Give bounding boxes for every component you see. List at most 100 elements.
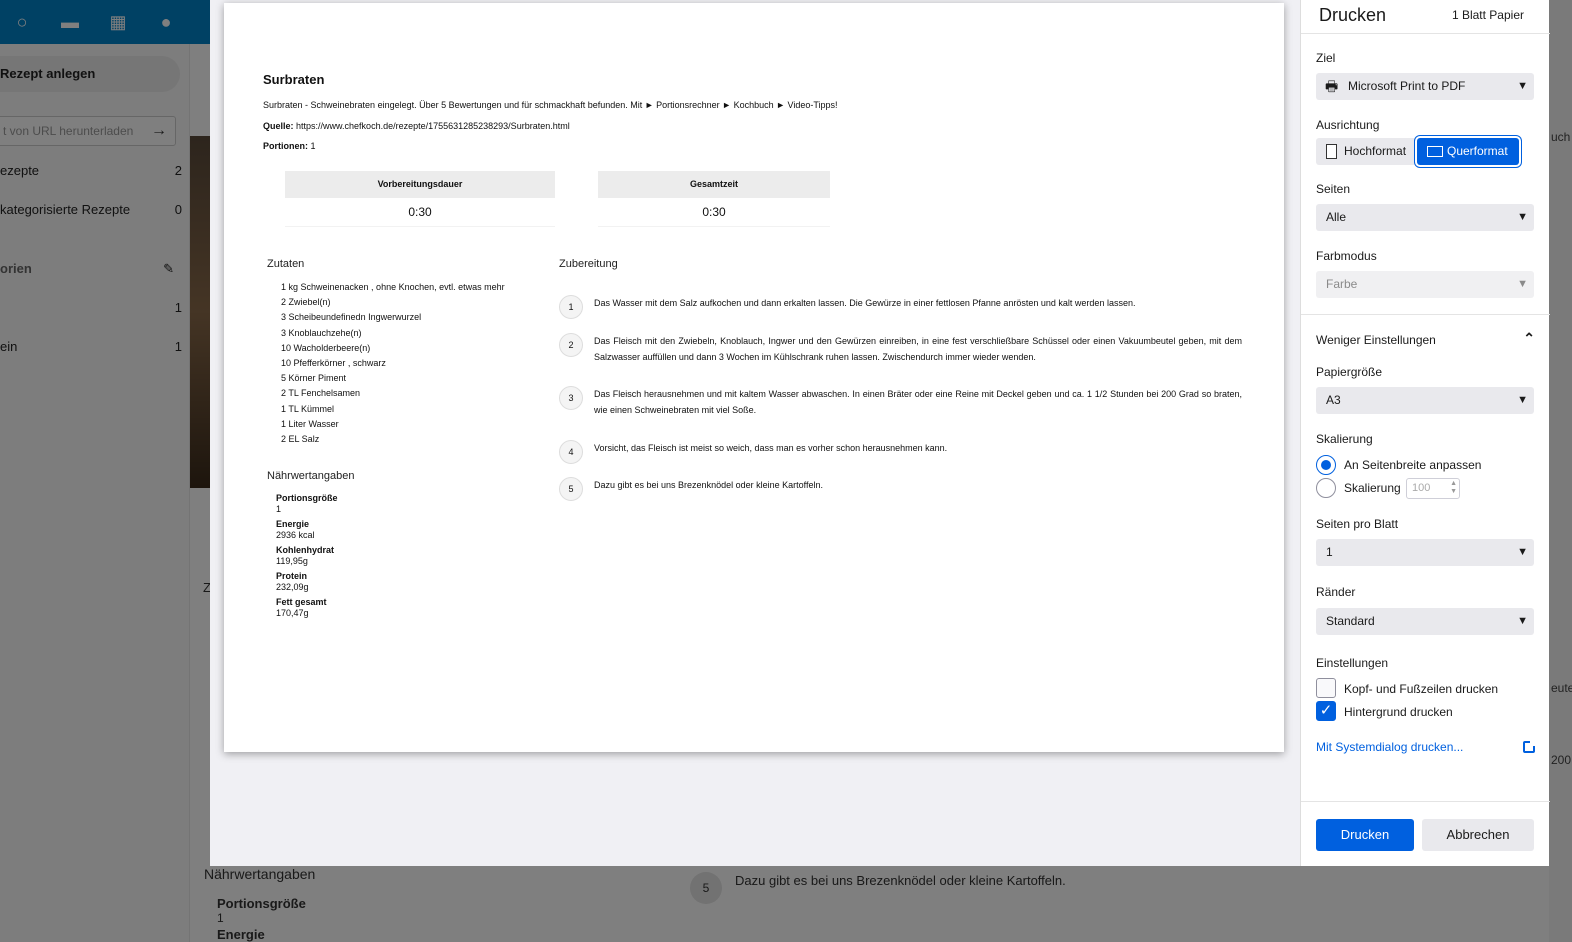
- instructions-heading: Zubereitung: [559, 258, 618, 270]
- paper-size-select[interactable]: A3 ▼: [1316, 387, 1534, 414]
- margins-select[interactable]: Standard ▼: [1316, 608, 1534, 635]
- destination-value: Microsoft Print to PDF: [1348, 79, 1466, 93]
- landscape-page-icon: [1427, 146, 1443, 157]
- custom-scale-radio[interactable]: [1316, 478, 1336, 498]
- color-mode-label: Farbmodus: [1316, 249, 1377, 263]
- nutrition-label: Energie: [276, 519, 310, 529]
- step-number: 3: [559, 386, 583, 410]
- scale-input[interactable]: 100 ▲ ▼: [1406, 478, 1460, 499]
- list-item: 2 Zwiebel(n): [281, 297, 331, 308]
- step-number: 4: [559, 440, 583, 464]
- pages-per-sheet-select[interactable]: 1 ▼: [1316, 539, 1534, 566]
- step-text: Das Fleisch mit den Zwiebeln, Knoblauch,…: [594, 336, 1242, 362]
- list-item: 5 Körner Piment: [281, 373, 347, 384]
- nutrition-item: Portionsgröße 1: [276, 493, 338, 514]
- recipe-source: Quelle: https://www.chefkoch.de/rezepte/…: [263, 121, 570, 131]
- bg-text-fragment: 200: [1551, 753, 1572, 767]
- nutrition-list: Portionsgröße 1 Energie 2936 kcal Kohlenhy…: [276, 493, 338, 623]
- landscape-button[interactable]: Querformat: [1417, 138, 1519, 165]
- step-text: Das Fleisch herausnehmen und mit kaltem …: [594, 389, 1242, 415]
- pages-label: Seiten: [1316, 182, 1351, 196]
- nutrition-label: Protein: [276, 571, 308, 581]
- printer-icon: 🖶: [1325, 78, 1339, 94]
- spinner-icon[interactable]: ▲ ▼: [1450, 480, 1457, 496]
- pages-value: Alle: [1326, 210, 1347, 224]
- landscape-label: Querformat: [1447, 144, 1508, 158]
- system-dialog-link[interactable]: Mit Systemdialog drucken...: [1316, 740, 1463, 754]
- divider: [1301, 801, 1550, 802]
- screen: ○ ▬ ▦ ● Rezept anlegen t von URL herunte…: [0, 0, 1572, 942]
- nutrition-item: Kohlenhydrat 119,95g: [276, 545, 338, 566]
- chevron-down-icon: ▼: [1517, 80, 1528, 92]
- panel-title: Drucken: [1319, 5, 1387, 25]
- nutrition-label: Portionsgröße: [276, 493, 338, 503]
- chevron-up-icon[interactable]: ⌃: [1523, 330, 1535, 347]
- margins-value: Standard: [1326, 614, 1375, 628]
- step-number: 1: [559, 295, 583, 319]
- portrait-label: Hochformat: [1344, 144, 1407, 158]
- nutrition-label: Kohlenhydrat: [276, 545, 335, 555]
- nutrition-item: Energie 2936 kcal: [276, 519, 338, 540]
- headers-footers-checkbox[interactable]: [1316, 678, 1336, 698]
- external-link-icon[interactable]: [1523, 740, 1536, 753]
- scale-value: 100: [1412, 482, 1431, 494]
- checkmark-icon: ✓: [1319, 702, 1333, 719]
- print-background-checkbox[interactable]: ✓: [1316, 701, 1336, 721]
- total-time-value: 0:30: [598, 198, 830, 227]
- list-item: 1 TL Kümmel: [281, 403, 335, 414]
- bg-text-fragment: eute: [1551, 681, 1572, 695]
- prep-time-value: 0:30: [285, 198, 555, 227]
- portions-label: Portionen:: [263, 141, 308, 151]
- chevron-down-icon: ▼: [1517, 546, 1528, 558]
- chevron-down-icon: ▼: [1517, 278, 1528, 290]
- print-preview-page: Surbraten Surbraten - Schweinebraten ein…: [224, 3, 1284, 752]
- step-number: 5: [559, 477, 583, 501]
- pages-per-sheet-label: Seiten pro Blatt: [1316, 517, 1399, 531]
- print-button[interactable]: Drucken: [1316, 819, 1414, 851]
- bg-text-fragment: uch: [1551, 130, 1571, 144]
- list-item: 10 Wacholderbeere(n): [281, 342, 371, 353]
- list-item: 1 kg Schweinenacken , ohne Knochen, evtl…: [281, 282, 505, 292]
- prep-time-label: Vorbereitungsdauer: [285, 171, 555, 198]
- prep-time-box: Vorbereitungsdauer 0:30: [285, 171, 555, 227]
- step-text: Vorsicht, das Fleisch ist meist so weich…: [594, 443, 948, 453]
- margins-label: Ränder: [1316, 585, 1356, 599]
- recipe-portions: Portionen: 1: [263, 141, 316, 151]
- portrait-page-icon: [1326, 144, 1337, 159]
- fit-width-radio[interactable]: [1316, 455, 1336, 475]
- cancel-button[interactable]: Abbrechen: [1422, 819, 1534, 851]
- portrait-button[interactable]: Hochformat: [1316, 138, 1416, 165]
- print-settings-panel: Drucken 1 Blatt Papier Ziel 🖶 Microsoft …: [1300, 0, 1550, 866]
- print-background-label: Hintergrund drucken: [1344, 705, 1453, 719]
- chevron-down-icon: ▼: [1517, 211, 1528, 223]
- nutrition-label: Fett gesamt: [276, 597, 327, 607]
- nutrition-item: Fett gesamt 170,47g: [276, 597, 338, 618]
- portions-value: 1: [310, 141, 316, 151]
- custom-scale-label: Skalierung: [1344, 481, 1401, 495]
- paper-size-label: Papiergröße: [1316, 365, 1383, 379]
- nutrition-value: 170,47g: [276, 607, 309, 618]
- source-label: Quelle:: [263, 121, 294, 131]
- list-item: 10 Pfefferkörner , schwarz: [281, 358, 386, 369]
- panel-header: Drucken 1 Blatt Papier: [1301, 0, 1550, 34]
- recipe-description: Surbraten - Schweinebraten eingelegt. Üb…: [263, 100, 838, 110]
- ingredients-list: 1 kg Schweinenacken , ohne Knochen, evtl…: [281, 280, 505, 447]
- list-item: 2 TL Fenchelsamen: [281, 388, 361, 399]
- headers-footers-label: Kopf- und Fußzeilen drucken: [1344, 682, 1499, 696]
- pages-select[interactable]: Alle ▼: [1316, 204, 1534, 231]
- settings-label: Einstellungen: [1316, 656, 1389, 670]
- destination-select[interactable]: 🖶 Microsoft Print to PDF ▼: [1316, 73, 1534, 100]
- nutrition-heading: Nährwertangaben: [267, 470, 355, 482]
- ingredients-heading: Zutaten: [267, 258, 305, 270]
- list-item: 1 Liter Wasser: [281, 418, 339, 429]
- list-item: 3 Scheibeundefinedn Ingwerwurzel: [281, 312, 422, 323]
- color-mode-select[interactable]: Farbe ▼: [1316, 271, 1534, 298]
- total-time-label: Gesamtzeit: [598, 171, 830, 198]
- recipe-title: Surbraten: [263, 72, 325, 87]
- destination-label: Ziel: [1316, 51, 1336, 65]
- step-text: Dazu gibt es bei uns Brezenknödel oder k…: [594, 480, 823, 490]
- chevron-down-icon: ▼: [1517, 615, 1528, 627]
- sheet-count: 1 Blatt Papier: [1451, 8, 1524, 22]
- fewer-settings-toggle[interactable]: Weniger Einstellungen: [1316, 333, 1436, 347]
- list-item: 3 Knoblauchzehe(n): [281, 327, 362, 338]
